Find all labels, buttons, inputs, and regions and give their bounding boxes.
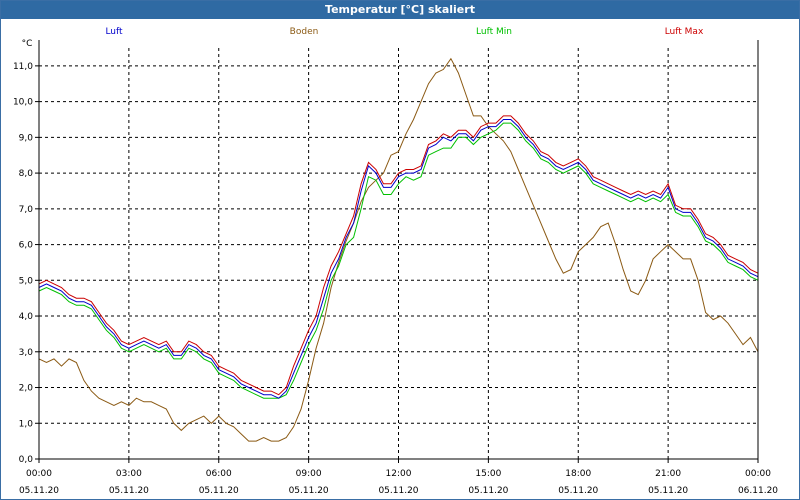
y-tick-label: 2,0 — [19, 384, 34, 394]
x-tick-time-label: 06:00 — [206, 469, 232, 479]
chart-window: Temperatur [°C] skaliert 0,0 1,0 2,0 3,0 4,0… — [0, 0, 800, 500]
grid — [39, 48, 758, 460]
legend-entry-luft-min: Luft Min — [476, 27, 512, 37]
x-tick-time-label: 15:00 — [475, 469, 501, 479]
x-tick-time-label: 18:00 — [565, 469, 591, 479]
x-tick-time-label: 12:00 — [386, 469, 412, 479]
y-tick-label: 3,0 — [19, 348, 34, 358]
temperature-chart: 0,0 1,0 2,0 3,0 4,0 5,0 6,0 7,0 8,0 9,0 10,0 11,0 00… — [13, 27, 778, 496]
legend-entry-luft: Luft — [105, 27, 123, 37]
y-tick-label: 1,0 — [19, 419, 34, 429]
y-tick-label: 5,0 — [19, 276, 34, 286]
y-tick-label: 10,0 — [13, 98, 33, 108]
legend: Luft Boden Luft Min Luft Max — [105, 27, 704, 37]
x-tick-date-label: 05.11.20 — [109, 486, 149, 496]
x-tick-time-label: 09:00 — [296, 469, 322, 479]
x-tick-date-label: 05.11.20 — [199, 486, 239, 496]
y-tick-label: 7,0 — [19, 205, 34, 215]
x-tick-date-label: 05.11.20 — [19, 486, 59, 496]
x-tick-time-label: 03:00 — [116, 469, 142, 479]
y-tick-label: 4,0 — [19, 312, 34, 322]
x-tick-time-label: 00:00 — [26, 469, 52, 479]
x-tick-time-label: 00:00 — [745, 469, 771, 479]
y-tick-label: 6,0 — [19, 241, 34, 251]
y-axis-unit-label: °C — [22, 39, 33, 49]
legend-entry-luft-max: Luft Max — [665, 27, 704, 37]
x-tick-date-label: 05.11.20 — [558, 486, 598, 496]
x-tick-date-label: 05.11.20 — [378, 486, 418, 496]
y-tick-label: 8,0 — [19, 169, 34, 179]
y-tick-label: 0,0 — [19, 455, 34, 465]
x-tick-time-label: 21:00 — [655, 469, 681, 479]
legend-entry-boden: Boden — [290, 27, 319, 37]
y-tick-label: 9,0 — [19, 133, 34, 143]
x-tick-date-label: 05.11.20 — [648, 486, 688, 496]
y-tick-label: 11,0 — [13, 62, 33, 72]
x-tick-date-label: 05.11.20 — [289, 486, 329, 496]
x-tick-date-label: 05.11.20 — [468, 486, 508, 496]
axes: 0,0 1,0 2,0 3,0 4,0 5,0 6,0 7,0 8,0 9,0 10,0 11,0 00… — [13, 39, 778, 496]
x-tick-date-label: 06.11.20 — [738, 486, 778, 496]
